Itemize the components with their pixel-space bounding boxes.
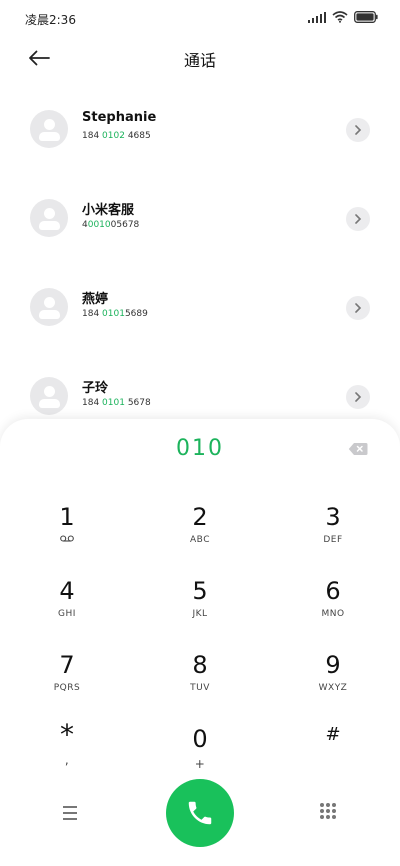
contact-number: 184 01015689 xyxy=(82,309,148,319)
contact-number: 184 0101 5678 xyxy=(82,398,151,408)
bottom-action-bar xyxy=(0,779,400,849)
chevron-right-icon xyxy=(355,303,362,313)
avatar xyxy=(30,199,68,237)
chevron-right-icon xyxy=(355,214,362,224)
menu-button[interactable] xyxy=(58,801,82,825)
battery-icon xyxy=(354,11,378,23)
keypad-toggle-button[interactable] xyxy=(318,801,338,821)
key-3[interactable]: 3 DEF xyxy=(278,502,388,564)
key-7[interactable]: 7 PQRS xyxy=(12,650,122,712)
contact-item[interactable]: Stephanie 184 0102 4685 xyxy=(0,88,400,174)
voicemail-icon xyxy=(60,535,74,542)
contact-detail-button[interactable] xyxy=(346,385,370,409)
contact-number: 4001005678 xyxy=(82,220,140,230)
avatar xyxy=(30,288,68,326)
keypad-grid-icon xyxy=(320,803,324,807)
status-bar: 凌晨2:36 xyxy=(0,0,400,36)
menu-icon xyxy=(63,806,77,808)
contact-detail-button[interactable] xyxy=(346,296,370,320)
key-5[interactable]: 5 JKL xyxy=(145,576,255,638)
chevron-right-icon xyxy=(355,392,362,402)
key-star[interactable]: * , xyxy=(12,720,122,782)
key-9[interactable]: 9 WXYZ xyxy=(278,650,388,712)
signal-icon xyxy=(308,11,326,23)
avatar xyxy=(30,377,68,415)
key-hash[interactable]: # xyxy=(278,720,388,782)
status-icons xyxy=(308,11,378,23)
backspace-icon xyxy=(348,443,368,455)
contact-number: 184 0102 4685 xyxy=(82,131,151,141)
dialed-number: 010 xyxy=(176,436,224,461)
avatar xyxy=(30,110,68,148)
contact-name: 小米客服 xyxy=(82,203,135,218)
contact-item[interactable]: 燕婷 184 01015689 xyxy=(0,266,400,352)
phone-icon xyxy=(188,801,212,825)
contact-detail-button[interactable] xyxy=(346,207,370,231)
page-title: 通话 xyxy=(183,51,216,70)
key-2[interactable]: 2 ABC xyxy=(145,502,255,564)
wifi-icon xyxy=(332,11,348,23)
key-1[interactable]: 1 xyxy=(12,502,122,564)
backspace-button[interactable] xyxy=(348,441,368,455)
contact-detail-button[interactable] xyxy=(346,118,370,142)
key-8[interactable]: 8 TUV xyxy=(145,650,255,712)
key-4[interactable]: 4 GHI xyxy=(12,576,122,638)
contact-name: 燕婷 xyxy=(82,292,109,307)
contact-name: 子玲 xyxy=(82,381,109,396)
key-0[interactable]: 0 + xyxy=(145,724,255,786)
key-6[interactable]: 6 MNO xyxy=(278,576,388,638)
chevron-right-icon xyxy=(355,125,362,135)
contact-item[interactable]: 小米客服 4001005678 xyxy=(0,177,400,263)
contact-name: Stephanie xyxy=(82,110,157,125)
header: 通话 xyxy=(0,36,400,80)
status-time: 凌晨2:36 xyxy=(25,13,76,27)
call-button[interactable] xyxy=(166,779,234,847)
